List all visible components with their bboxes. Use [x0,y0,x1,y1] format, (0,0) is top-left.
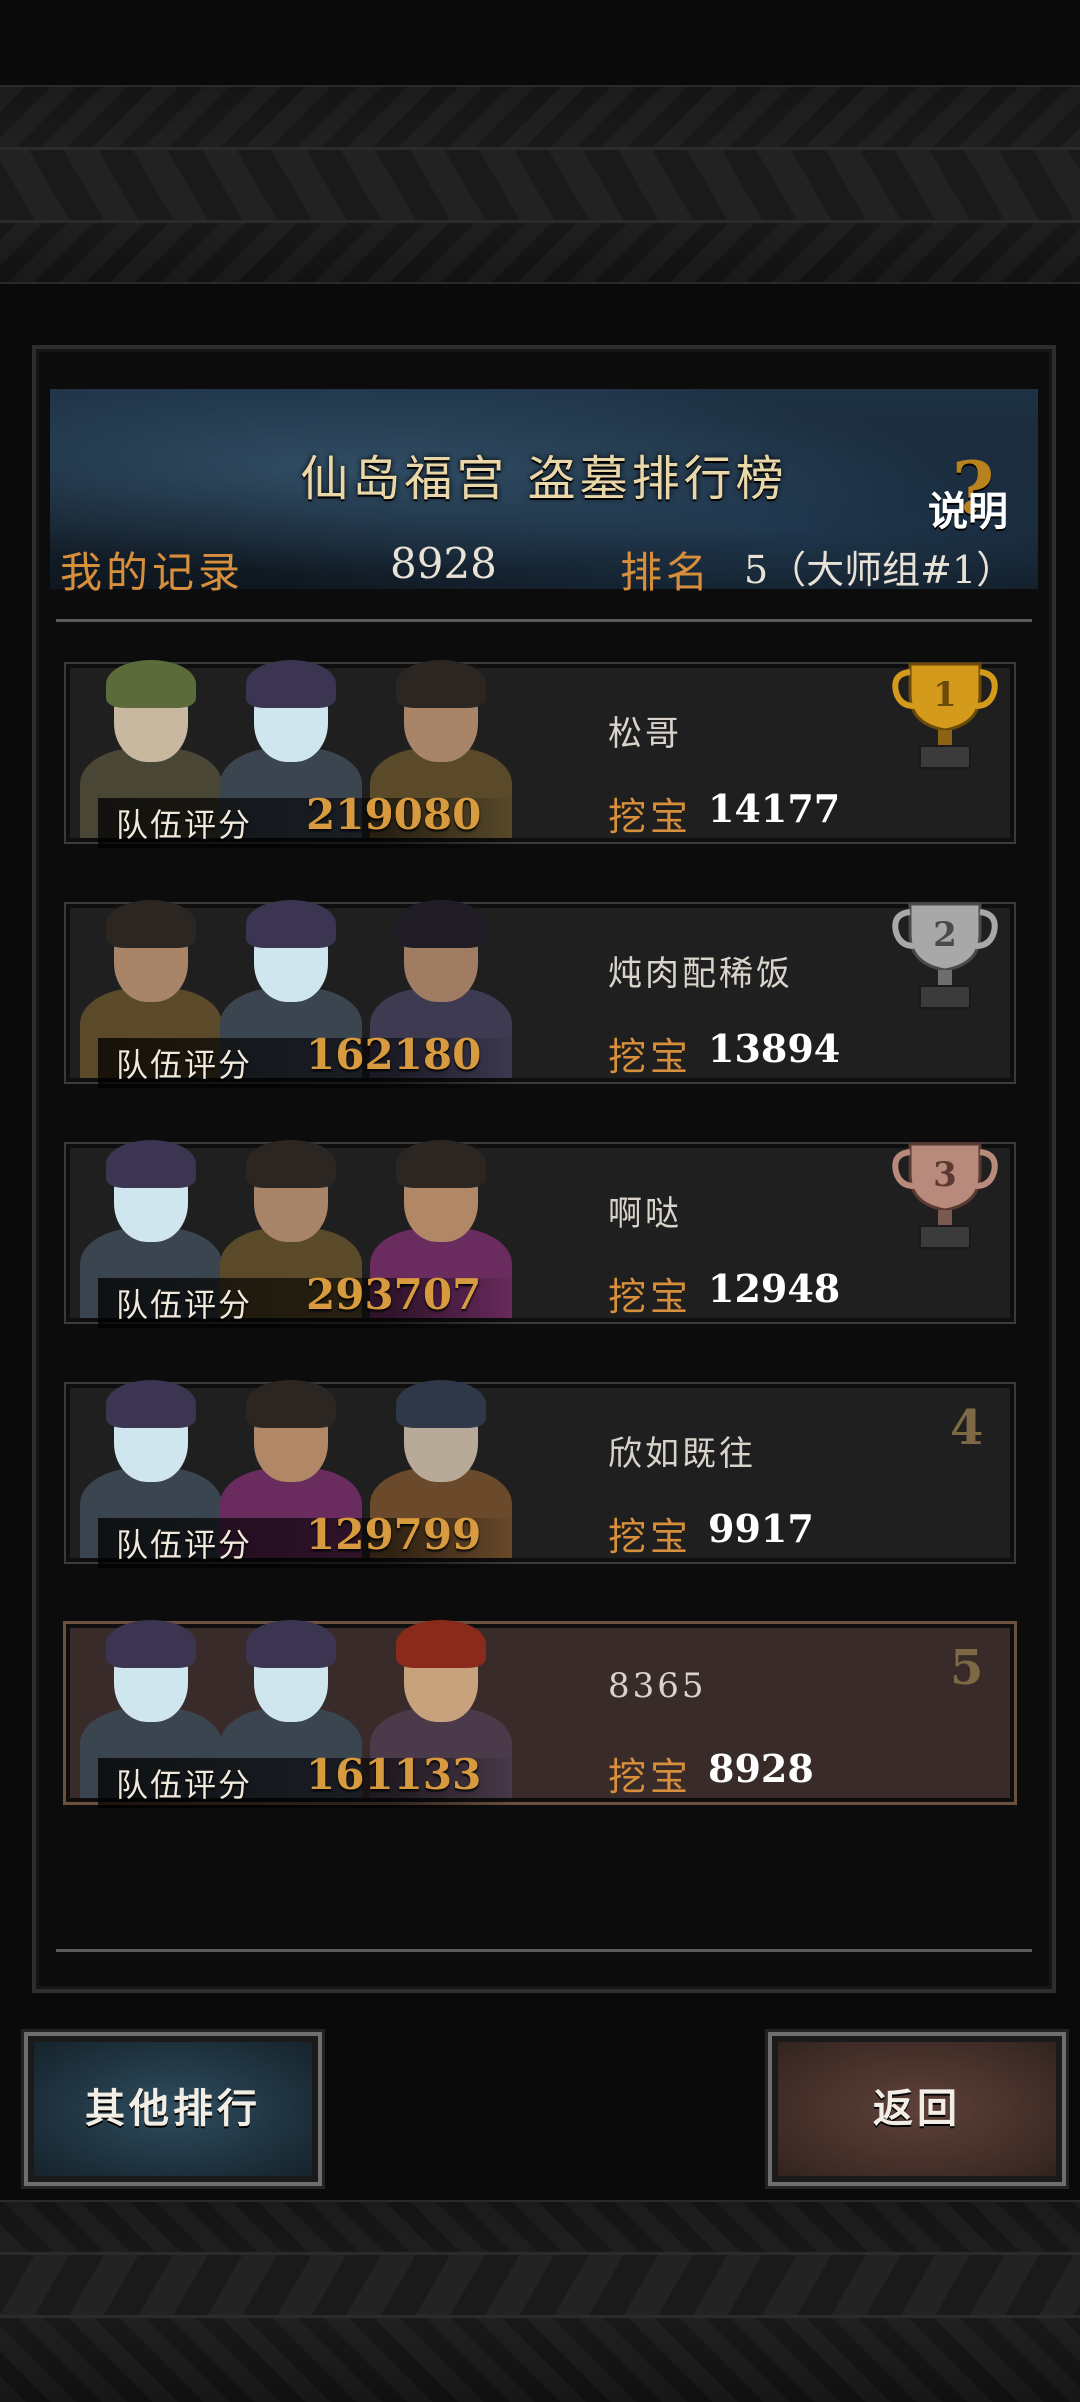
team-score-value: 161133 [306,1750,482,1799]
leaderboard-entry[interactable]: 队伍评分 162180 炖肉配稀饭 挖宝 13894 2 [66,900,1014,1088]
leaderboard-entry[interactable]: 队伍评分 129799 欣如既往 挖宝 9917 4 [66,1380,1014,1568]
player-name: 啊哒 [608,1194,682,1234]
dig-value: 13894 [708,1026,841,1071]
dig-value: 14177 [708,786,841,831]
dig-value: 9917 [708,1506,814,1551]
page-title: 仙岛福宫 盗墓排行榜 [300,451,788,507]
dig-value: 12948 [708,1266,841,1311]
my-rank-value: 5（大师组#1） [744,548,1015,592]
team-score-value: 129799 [306,1510,482,1559]
gold-trophy-icon: 1 [892,662,998,769]
team-score-label: 队伍评分 [116,1046,253,1084]
team-score-label: 队伍评分 [116,1526,253,1564]
team-score-label: 队伍评分 [116,1766,253,1804]
dig-label: 挖宝 [608,1035,693,1079]
dig-value: 8928 [708,1746,814,1791]
my-record-row: 我的记录 8928 排名 5（大师组#1） [60,539,1030,599]
leaderboard-entry-mine[interactable]: 队伍评分 161133 8365 挖宝 8928 5 [66,1620,1014,1808]
team-score-value: 293707 [306,1270,482,1319]
rank-number: 5 [950,1640,984,1696]
my-rank-label: 排名 [620,548,713,597]
dig-label: 挖宝 [608,795,693,839]
team-score-label: 队伍评分 [116,806,253,844]
team-score-value: 219080 [306,790,482,839]
dig-label: 挖宝 [608,1515,693,1559]
leaderboard-entry[interactable]: 队伍评分 219080 松哥 挖宝 14177 1 [66,660,1014,848]
team-score-value: 162180 [306,1030,482,1079]
dig-label: 挖宝 [608,1755,693,1799]
bronze-trophy-icon: 3 [892,1142,998,1249]
my-record-value: 8928 [390,539,497,588]
player-name: 欣如既往 [608,1434,756,1474]
team-score-label: 队伍评分 [116,1286,253,1324]
svg-text:1: 1 [933,675,957,715]
leaderboard-panel: 仙岛福宫 盗墓排行榜 ? 说明 我的记录 8928 排名 5（大师组#1） 队伍… [32,345,1056,1993]
other-rankings-button[interactable]: 其他排行 [24,2032,322,2186]
player-name: 松哥 [608,714,682,754]
back-button[interactable]: 返回 [768,2032,1066,2186]
leaderboard-entry[interactable]: 队伍评分 293707 啊哒 挖宝 12948 3 [66,1140,1014,1328]
dig-label: 挖宝 [608,1275,693,1319]
silver-trophy-icon: 2 [892,902,998,1009]
rank-number: 4 [950,1400,984,1456]
player-name: 8365 [608,1666,707,1706]
svg-text:2: 2 [933,915,957,955]
top-decorative-band [0,85,1080,284]
divider [56,619,1032,622]
divider [56,1949,1032,1952]
help-label: 说明 [928,488,1008,535]
svg-text:3: 3 [933,1155,957,1195]
player-name: 炖肉配稀饭 [608,954,793,994]
my-record-label: 我的记录 [60,548,245,597]
bottom-decorative-band [0,2200,1080,2402]
